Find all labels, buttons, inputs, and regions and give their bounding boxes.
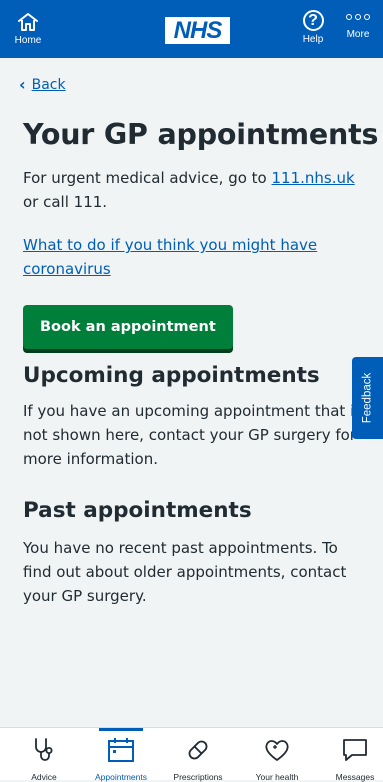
pill-icon bbox=[188, 740, 208, 760]
message-icon bbox=[343, 739, 367, 761]
more-icon bbox=[346, 14, 370, 20]
upcoming-text: If you have an upcoming appointment that… bbox=[23, 401, 363, 468]
feedback-tab[interactable]: Feedback bbox=[352, 357, 383, 439]
feedback-label: Feedback bbox=[361, 372, 374, 424]
nhs-logo-text: NHS bbox=[173, 16, 223, 44]
nhs-logo: NHS bbox=[165, 17, 230, 44]
stethoscope-icon bbox=[35, 738, 53, 761]
upcoming-heading: Upcoming appointments bbox=[23, 363, 320, 389]
more-label: More bbox=[346, 29, 370, 40]
nav-item-prescriptions[interactable]: Prescriptions bbox=[170, 728, 226, 782]
more-button[interactable]: More bbox=[342, 0, 374, 58]
past-heading: Past appointments bbox=[23, 497, 252, 523]
urgent-prefix: For urgent medical advice, go to bbox=[23, 169, 272, 188]
page-title: Your GP appointments bbox=[23, 118, 379, 151]
nav-item-your-health[interactable]: Your health bbox=[247, 728, 307, 782]
back-label: Back bbox=[31, 76, 66, 93]
nav-label-your-health: Your health bbox=[255, 772, 299, 782]
nav-label-prescriptions: Prescriptions bbox=[173, 772, 223, 782]
active-indicator bbox=[99, 728, 143, 731]
nav-item-advice[interactable]: Advice bbox=[22, 728, 66, 782]
urgent-advice-text: For urgent medical advice, go to 111.nhs… bbox=[23, 166, 368, 214]
past-text: You have no recent past appointments. To… bbox=[23, 538, 347, 605]
nav-label-messages: Messages bbox=[335, 772, 375, 782]
home-button[interactable]: Home bbox=[14, 0, 42, 58]
home-label: Home bbox=[14, 35, 42, 46]
back-link[interactable]: ‹ Back bbox=[19, 75, 66, 94]
nav-label-advice: Advice bbox=[31, 772, 57, 782]
nhs111-link[interactable]: 111.nhs.uk bbox=[272, 169, 355, 187]
nav-item-messages[interactable]: Messages bbox=[332, 728, 378, 782]
bottom-nav: Advice Appointments Prescriptions Your h… bbox=[0, 727, 383, 782]
home-icon bbox=[18, 13, 38, 31]
nav-item-appointments[interactable]: Appointments bbox=[91, 728, 151, 782]
help-label: Help bbox=[302, 34, 324, 45]
calendar-icon bbox=[108, 738, 134, 762]
chevron-left-icon: ‹ bbox=[19, 75, 26, 94]
coronavirus-link[interactable]: What to do if you think you might have c… bbox=[23, 236, 317, 278]
app-header: Home NHS ? Help More bbox=[0, 0, 383, 58]
urgent-suffix: or call 111. bbox=[23, 193, 108, 212]
main-content: Your GP appointments For urgent medical … bbox=[23, 118, 379, 608]
help-icon: ? bbox=[302, 10, 324, 31]
help-button[interactable]: ? Help bbox=[296, 0, 330, 58]
nav-label-appointments: Appointments bbox=[95, 772, 147, 782]
book-appointment-button[interactable]: Book an appointment bbox=[23, 305, 233, 350]
coronavirus-paragraph: What to do if you think you might have c… bbox=[23, 233, 368, 281]
heart-icon bbox=[265, 740, 289, 761]
